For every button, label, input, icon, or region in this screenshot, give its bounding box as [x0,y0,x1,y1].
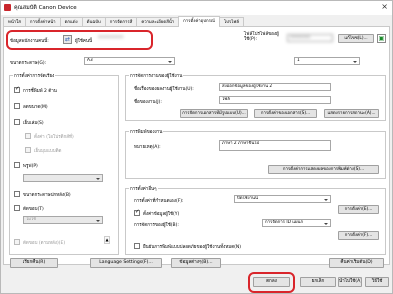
output-label: ข้อมูลพนักงานคนนี้: [10,39,49,44]
misc-secure-print-checkbox[interactable] [134,243,140,249]
close-icon[interactable]: × [381,2,388,11]
profile-edit-button[interactable]: แก้ไขซ(L)... [338,34,374,43]
staple-checkbox[interactable] [14,119,20,125]
profile-field[interactable]: xxxxxxxx [287,34,333,42]
job-row2-field[interactable]: ไฟล์ [219,96,331,104]
title-bar: คุณสมบัติ Canon Device × [1,1,392,15]
profile-label: ไฟล์โปรไฟล์ของผู้ใช้(P): [244,32,279,42]
print-note-label: หมายเหตุ(A): [134,145,161,150]
back-cover-checkbox[interactable] [14,191,20,197]
properties-dialog: คุณสมบัติ Canon Device × หน้าใส การตั้งค… [0,0,393,294]
job-doc-format-button[interactable]: การจัดการเอกสารที่มีรูปแบบ(U)... [180,109,248,118]
misc-user-info-checkbox[interactable] [134,209,140,216]
job-row1-field[interactable]: ส่งออกข้อมูลของผู้ใช้งาน 2 [219,83,331,91]
spin-up-arrow[interactable]: ▲ [104,236,110,244]
duplex-label: การชี้พิมพ์ 2 ด้าน [23,89,57,94]
restore-button[interactable]: เรียกคืน(R) [10,258,58,268]
info-button[interactable]: ข้อมูลต่างๆ(B)... [171,258,221,268]
misc-row1-label: การตั้งค่าที่กำหนดเอง(F): [134,199,184,204]
help-button[interactable]: วิธีใช้ [365,277,389,287]
output-value-label: ผู้ใช้คนนี้ [75,39,93,44]
proof-checkbox[interactable] [14,162,20,168]
trim-select[interactable]: ไม่ใช้ [23,216,103,224]
printer-app-icon [4,4,11,11]
job-group-title: การจัดการงานของผู้ใช้งาน [129,72,184,79]
misc-dept-select[interactable]: การจัดการ ID แผนก [262,219,331,227]
cancel-button[interactable]: ยกเลิก [300,277,336,287]
output-mode-icon[interactable]: ⇄ [63,35,72,44]
finishing-group-title: การตั้งค่าการจัดเรียง [13,72,56,79]
apply-button[interactable]: นำไปใช้(A) [338,277,362,287]
paper-size-label: ขนาดกระดาษ(G): [10,61,47,66]
tab-6-device-settings[interactable]: การตั้งค่าอุปกรณ์ [178,16,220,27]
trim-label: ตัดขอบ(T) [23,207,44,212]
proof-select[interactable] [23,174,103,182]
print-group-title: การพิมพ์ของงาน [129,128,164,135]
misc-row1-settings-button[interactable]: การตั้งค่า(E)... [338,205,379,214]
staple-label: เย็บเล่ม(S) [23,121,44,126]
job-doc-settings-button[interactable]: การตั้งค่าของเอกสาร(S)... [254,109,317,118]
staple-option-label: ตั้งค่า (โอโปรดิกส์ที่) [34,135,74,140]
job-status-button[interactable]: แสดงรายการสถานะ(A)... [324,109,379,118]
trim-checkbox[interactable] [14,205,20,211]
back-cover-label: ขนาดกระดาษปกหลัง(B) [23,193,71,198]
job-row1-label: ชื่อเรื่องของผลงานผู้ใช้งาน(U): [134,87,194,92]
corner-staple-checkbox[interactable] [25,147,31,153]
ok-button[interactable]: ตกลง [253,277,290,287]
trim-after-checkbox[interactable] [14,239,20,245]
duplex-checkbox[interactable] [14,86,20,93]
window-title: คุณสมบัติ Canon Device [14,5,77,11]
reduce-checkbox[interactable] [14,103,20,109]
restore-defaults-button[interactable]: คืนค่าเริ่มต้น(D) [329,258,384,268]
misc-user-info-label: ตั้งค่าข้อมูลผู้ใช้(Y) [143,212,180,217]
misc-secure-print-label: ยืนยันการพิมพ์แบบปลอดภัยของผู้ใช้งานทั้ง… [143,245,242,250]
trim-after-label: ตัดขอบ (ตามหลัง)(E) [23,241,66,246]
paper-size-select-2[interactable]: 1 [294,57,360,65]
corner-staple-label: เย็บมุมแบบติด [34,149,62,154]
misc-group-title: การตั้งค่าอื่นๆ [129,185,158,192]
job-row2-label: ชื่อของงาน(J): [134,100,162,105]
print-display-settings-button[interactable]: การตั้งค่าการแสดงผลของการพิมพ์ต่าง(S)... [268,165,379,174]
profile-refresh-icon[interactable]: ▣ [377,34,386,43]
misc-row3-label: การจัดการของผู้ใช้(B): [134,223,179,228]
tab-panel: ข้อมูลพนักงานคนนี้: ⇄ ผู้ใช้คนนี้ xxxxxx… [3,26,390,265]
proof-label: พรูฟ(P) [23,164,38,169]
print-note-field[interactable]: ภาษา 2 ภาษาขึ้นไป [219,140,331,151]
reduce-label: ลดขนาด(M) [23,105,48,110]
staple-option-checkbox[interactable] [25,133,31,139]
misc-row3-settings-button[interactable]: การตั้งค่า(F)... [338,231,379,240]
output-value-field[interactable]: xxxxxxxxxx [96,35,148,43]
misc-row1-select[interactable]: ปิดใช้งานนี้ [234,195,331,203]
paper-size-select[interactable]: A3 [84,57,175,65]
language-settings-button[interactable]: Language Settings(F)... [90,258,162,268]
